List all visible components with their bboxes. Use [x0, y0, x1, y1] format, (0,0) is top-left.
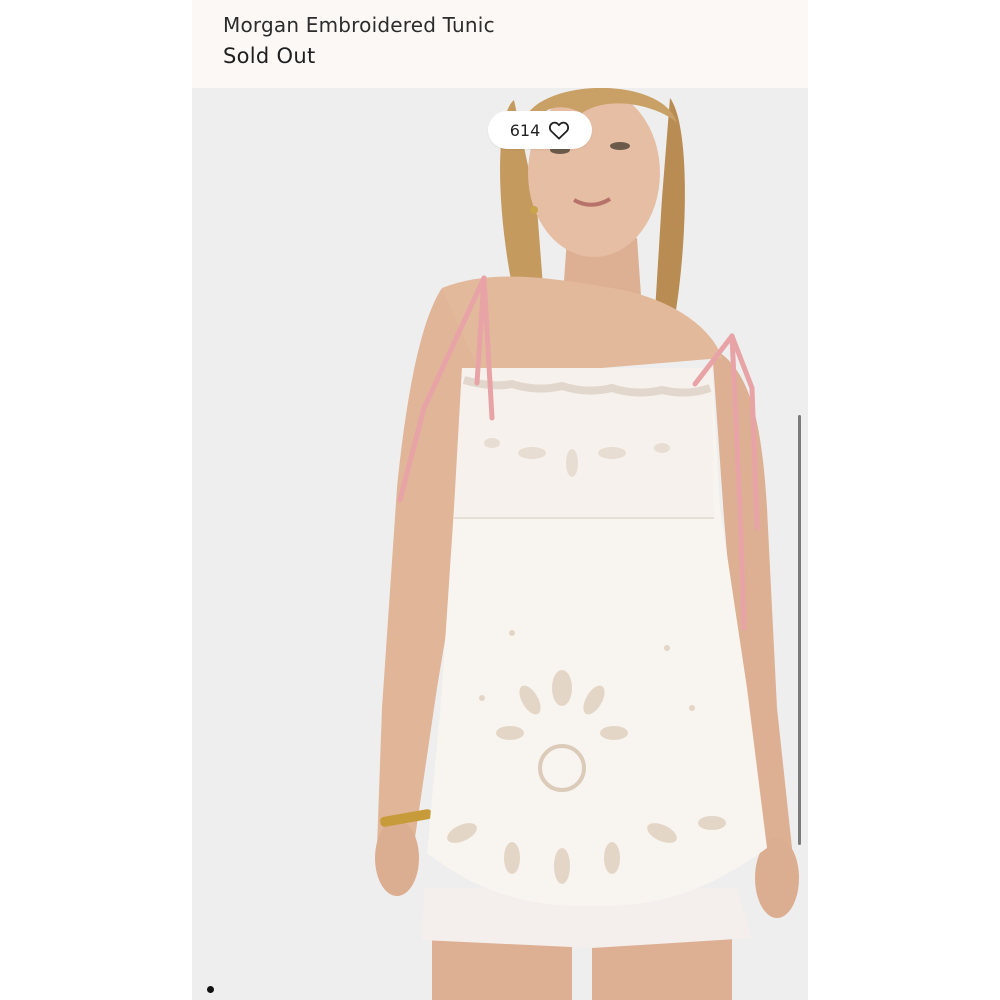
favorite-button[interactable]: 614 [488, 111, 592, 149]
stock-status: Sold Out [223, 44, 316, 68]
product-photo-illustration [192, 88, 808, 1000]
scrollbar-thumb[interactable] [798, 415, 801, 845]
product-image[interactable] [192, 88, 808, 1000]
heart-outline-icon [549, 121, 570, 140]
favorite-count: 614 [509, 120, 541, 140]
product-header: Morgan Embroidered Tunic Sold Out [192, 0, 808, 88]
product-title: Morgan Embroidered Tunic [223, 13, 495, 37]
product-viewer: Morgan Embroidered Tunic Sold Out [192, 0, 808, 1000]
carousel-dot-icon[interactable] [207, 986, 214, 993]
